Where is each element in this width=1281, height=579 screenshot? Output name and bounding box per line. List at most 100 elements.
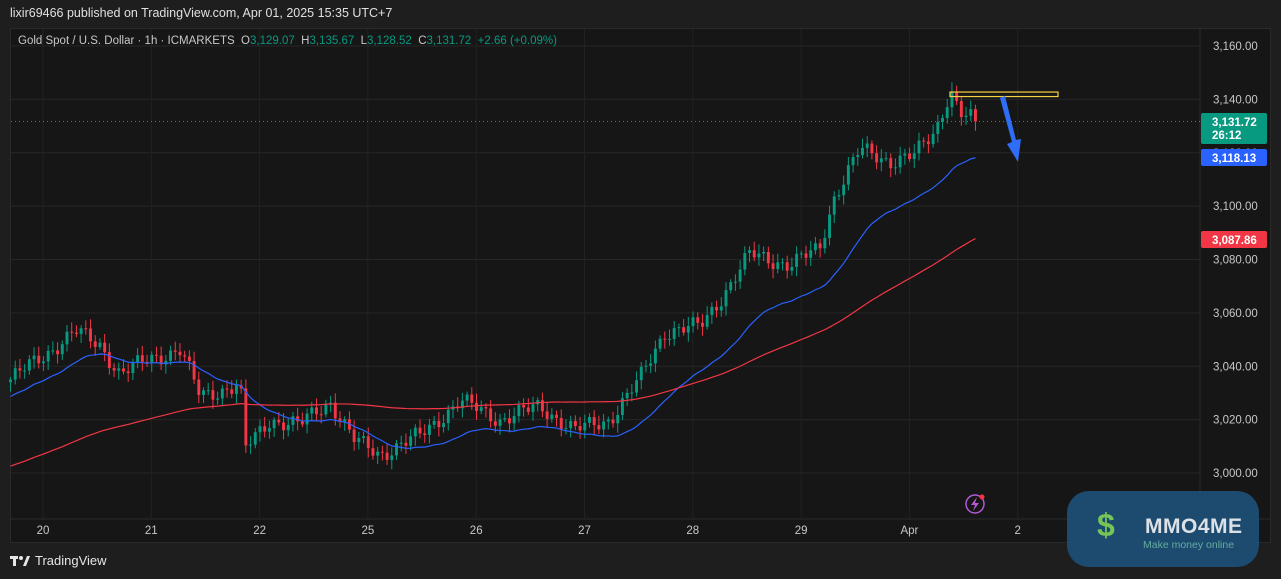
candle-body xyxy=(173,350,177,352)
candle-body xyxy=(630,392,634,394)
candle-body xyxy=(84,328,88,330)
candle-body xyxy=(27,359,31,371)
candle-body xyxy=(409,436,413,446)
candle-body xyxy=(79,328,83,334)
candle-body xyxy=(183,355,187,357)
symbol-name[interactable]: Gold Spot / U.S. Dollar · 1h · ICMARKETS xyxy=(18,35,235,47)
candle-body xyxy=(446,409,450,424)
candle-body xyxy=(766,251,770,264)
candle-body xyxy=(484,407,488,409)
candle-body xyxy=(974,109,977,122)
candle-body xyxy=(333,402,337,419)
x-tick-label: 21 xyxy=(145,525,158,537)
candle-body xyxy=(649,363,653,366)
candle-body xyxy=(762,251,766,254)
candle-body xyxy=(545,411,549,419)
candle-body xyxy=(470,394,474,403)
candle-body xyxy=(781,262,784,264)
candle-body xyxy=(103,342,107,353)
close-value: 3,131.72 xyxy=(426,35,472,47)
candle-body xyxy=(606,419,610,422)
candle-body xyxy=(583,422,587,431)
candle-body xyxy=(945,107,949,118)
dollar-icon: $ xyxy=(1097,507,1115,543)
candle-body xyxy=(98,342,102,347)
candle-body xyxy=(790,266,794,271)
candle-body xyxy=(324,403,328,415)
candle-body xyxy=(187,356,191,361)
candle-body xyxy=(861,147,864,156)
y-tick-label: 3,000.00 xyxy=(1213,468,1258,480)
candle-body xyxy=(842,184,846,196)
candle-body xyxy=(653,348,657,364)
candle-body xyxy=(211,390,215,400)
candle-body xyxy=(385,452,389,460)
candle-body xyxy=(465,394,469,401)
last-price-label-text: 26:12 xyxy=(1212,130,1241,142)
candle-body xyxy=(668,338,671,340)
candle-body xyxy=(13,368,17,380)
candle-body xyxy=(437,420,441,428)
x-tick-label: 25 xyxy=(362,525,375,537)
candle-body xyxy=(140,355,144,362)
candle-body xyxy=(733,281,737,283)
candle-body xyxy=(18,368,22,371)
candle-body xyxy=(395,443,398,456)
candle-body xyxy=(390,455,394,460)
candle-body xyxy=(931,133,935,145)
candle-body xyxy=(922,140,926,142)
candle-body xyxy=(832,196,836,215)
candle-body xyxy=(489,408,493,422)
candle-body xyxy=(362,436,366,439)
watermark-title: MMO4ME xyxy=(1145,515,1243,538)
candle-body xyxy=(253,432,257,445)
candle-body xyxy=(522,404,526,408)
close-label: C xyxy=(418,35,427,47)
y-tick-label: 3,040.00 xyxy=(1213,361,1258,373)
y-tick-label: 3,140.00 xyxy=(1213,94,1258,106)
candle-body xyxy=(588,417,591,423)
candle-body xyxy=(65,331,69,345)
change-value: +2.66 (+0.09%) xyxy=(477,35,557,47)
candle-body xyxy=(267,428,271,432)
candle-body xyxy=(625,392,629,399)
candle-body xyxy=(272,419,276,429)
open-value: 3,129.07 xyxy=(250,35,295,47)
candle-body xyxy=(23,370,27,372)
candle-body xyxy=(517,404,521,417)
candle-body xyxy=(870,143,874,154)
tradingview-footer[interactable]: TradingView xyxy=(10,553,107,568)
candle-body xyxy=(413,427,417,437)
candle-body xyxy=(512,416,516,424)
candle-body xyxy=(936,121,940,134)
candle-body xyxy=(37,355,41,364)
candle-body xyxy=(856,155,860,157)
y-tick-label: 3,160.00 xyxy=(1213,41,1258,53)
candle-body xyxy=(672,328,676,339)
tradingview-logo-icon xyxy=(10,555,30,566)
candle-body xyxy=(503,418,507,420)
candle-body xyxy=(319,414,323,416)
candle-body xyxy=(310,407,314,414)
candle-body xyxy=(748,250,751,253)
candle-body xyxy=(423,433,427,435)
y-tick-label: 3,100.00 xyxy=(1213,201,1258,213)
candle-body xyxy=(663,338,667,340)
candle-body xyxy=(197,379,201,395)
candle-body xyxy=(776,262,780,270)
candle-body xyxy=(559,418,563,429)
candle-body xyxy=(352,429,356,443)
candle-body xyxy=(715,306,719,311)
ema-fast-label-text: 3,118.13 xyxy=(1212,153,1256,165)
candle-body xyxy=(705,314,709,327)
candle-body xyxy=(926,141,930,145)
notification-dot xyxy=(979,494,985,500)
candle-body xyxy=(107,352,111,368)
candle-body xyxy=(616,414,620,424)
candle-body xyxy=(136,355,140,363)
candle-body xyxy=(795,253,799,267)
candle-body xyxy=(757,253,761,258)
candle-body xyxy=(305,413,309,425)
candle-body xyxy=(719,306,723,311)
candle-body xyxy=(912,153,916,160)
